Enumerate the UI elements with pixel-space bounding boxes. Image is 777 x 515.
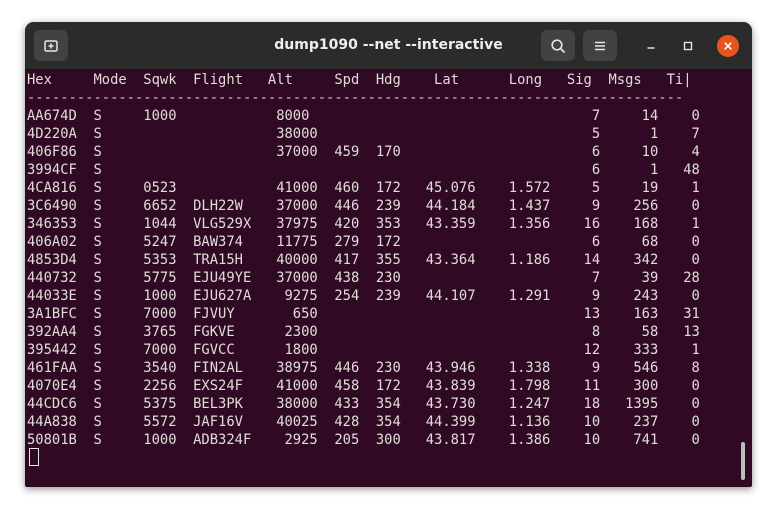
scrollbar-thumb[interactable] [741, 442, 745, 480]
table-row: 44CDC6 S 5375 BEL3PK 38000 433 354 43.73… [27, 396, 700, 412]
table-row: 4D220A S 38000 5 1 7 [27, 126, 700, 142]
table-row: 50801B S 1000 ADB324F 2925 205 300 43.81… [27, 432, 700, 448]
table-row: AA674D S 1000 8000 7 14 0 [27, 108, 700, 124]
table-row: 440732 S 5775 EJU49YE 37000 438 230 7 39… [27, 270, 700, 286]
maximize-button[interactable] [677, 35, 699, 57]
table-row: 3A1BFC S 7000 FJVUY 650 13 163 31 [27, 306, 700, 322]
table-row: 3C6490 S 6652 DLH22W 37000 446 239 44.18… [27, 198, 700, 214]
terminal-window: dump1090 --net --interactive Hex Mode Sq… [25, 22, 752, 487]
table-row: 44A838 S 5572 JAF16V 40025 428 354 44.39… [27, 414, 700, 430]
search-button[interactable] [541, 30, 575, 61]
table-row: 3994CF S 6 1 48 [27, 162, 700, 178]
new-tab-icon [44, 39, 58, 52]
new-tab-button[interactable] [34, 30, 68, 61]
table-row: 346353 S 1044 VLG529X 37975 420 353 43.3… [27, 216, 700, 232]
table-row: 392AA4 S 3765 FGKVE 2300 8 58 13 [27, 324, 700, 340]
table-row: 406A02 S 5247 BAW374 11775 279 172 6 68 … [27, 234, 700, 250]
table-row: 461FAA S 3540 FIN2AL 38975 446 230 43.94… [27, 360, 700, 376]
table-row: 406F86 S 37000 459 170 6 10 4 [27, 144, 700, 160]
terminal-output[interactable]: Hex Mode Sqwk Flight Alt Spd Hdg Lat Lon… [27, 69, 737, 487]
table-header: Hex Mode Sqwk Flight Alt Spd Hdg Lat Lon… [27, 72, 692, 88]
menu-button[interactable] [583, 30, 617, 61]
hamburger-menu-icon [595, 41, 605, 50]
table-row: 395442 S 7000 FGVCC 1800 12 333 1 [27, 342, 700, 358]
minimize-icon [647, 47, 655, 49]
search-icon [551, 38, 565, 53]
table-row: 4070E4 S 2256 EXS24F 41000 458 172 43.83… [27, 378, 700, 394]
maximize-icon [683, 41, 693, 51]
table-row: 4CA816 S 0523 41000 460 172 45.076 1.572… [27, 180, 700, 196]
close-button[interactable] [717, 35, 739, 57]
text-cursor [29, 448, 39, 466]
table-row: 4853D4 S 5353 TRA15H 40000 417 355 43.36… [27, 252, 700, 268]
table-row: 44033E S 1000 EJU627A 9275 254 239 44.10… [27, 288, 700, 304]
close-icon [724, 42, 732, 50]
titlebar: dump1090 --net --interactive [25, 22, 752, 69]
minimize-button[interactable] [640, 35, 662, 57]
table-separator: ----------------------------------------… [27, 90, 684, 106]
